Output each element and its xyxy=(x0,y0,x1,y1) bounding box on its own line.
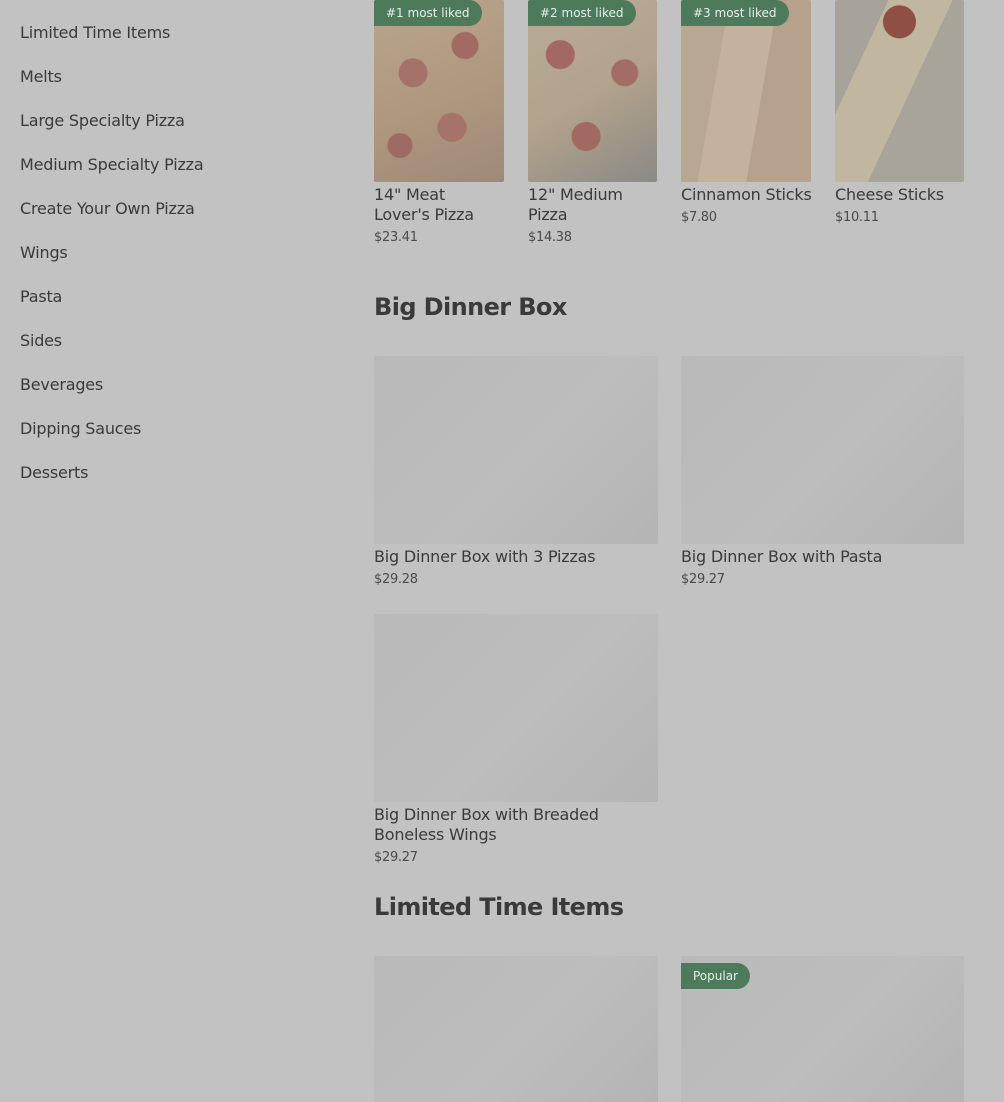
section-title-limited-time-items: Limited Time Items xyxy=(374,893,624,921)
item-image[interactable] xyxy=(681,356,964,544)
sidebar-item-beverages[interactable]: Beverages xyxy=(20,375,103,394)
most-liked-badge: #3 most liked xyxy=(681,0,789,26)
item-price: $29.28 xyxy=(374,572,418,587)
item-price: $29.27 xyxy=(374,850,418,865)
featured-item-card[interactable]: Cheese Sticks $10.11 xyxy=(835,0,964,250)
section-title-big-dinner-box: Big Dinner Box xyxy=(374,293,567,321)
item-image[interactable] xyxy=(374,356,658,544)
sidebar-item-medium-specialty-pizza[interactable]: Medium Specialty Pizza xyxy=(20,155,204,174)
item-name: 14" Meat Lover's Pizza xyxy=(374,185,474,224)
item-price: $29.27 xyxy=(681,572,725,587)
featured-item-card[interactable]: #3 most liked Cinnamon Sticks $7.80 xyxy=(681,0,812,250)
popular-badge: Popular xyxy=(681,963,750,989)
sidebar-item-wings[interactable]: Wings xyxy=(20,243,68,262)
sidebar-item-dipping-sauces[interactable]: Dipping Sauces xyxy=(20,419,141,438)
most-liked-badge: #1 most liked xyxy=(374,0,482,26)
item-image[interactable] xyxy=(835,0,964,182)
item-price: $10.11 xyxy=(835,210,879,225)
item-name: Big Dinner Box with 3 Pizzas xyxy=(374,547,596,566)
item-image[interactable]: #3 most liked xyxy=(681,0,811,182)
item-image[interactable]: #1 most liked xyxy=(374,0,504,182)
menu-item-card[interactable]: Big Dinner Box with Breaded Boneless Win… xyxy=(374,614,658,874)
menu-item-card[interactable]: Big Dinner Box with Pasta $29.27 xyxy=(681,356,964,596)
menu-item-card[interactable]: Big Dinner Box with 3 Pizzas $29.28 xyxy=(374,356,658,596)
featured-item-card[interactable]: #2 most liked 12" Medium Pizza $14.38 xyxy=(528,0,658,250)
item-name: Big Dinner Box with Breaded Boneless Win… xyxy=(374,805,599,844)
sidebar-item-melts[interactable]: Melts xyxy=(20,67,62,86)
sidebar-item-large-specialty-pizza[interactable]: Large Specialty Pizza xyxy=(20,111,185,130)
item-image[interactable] xyxy=(374,614,658,802)
menu-item-card[interactable]: Popular xyxy=(681,956,964,1102)
item-image[interactable]: #2 most liked xyxy=(528,0,657,182)
menu-item-card[interactable] xyxy=(374,956,658,1102)
sidebar-item-sides[interactable]: Sides xyxy=(20,331,62,350)
sidebar-item-limited-time-items[interactable]: Limited Time Items xyxy=(20,23,170,42)
sidebar-item-pasta[interactable]: Pasta xyxy=(20,287,62,306)
item-image[interactable]: Popular xyxy=(681,956,964,1102)
item-price: $7.80 xyxy=(681,210,717,225)
item-price: $14.38 xyxy=(528,230,572,245)
item-name: 12" Medium Pizza xyxy=(528,185,623,224)
sidebar-item-desserts[interactable]: Desserts xyxy=(20,463,88,482)
item-image[interactable] xyxy=(374,956,658,1102)
featured-item-card[interactable]: #1 most liked 14" Meat Lover's Pizza $23… xyxy=(374,0,504,250)
item-price: $23.41 xyxy=(374,230,418,245)
item-name: Cheese Sticks xyxy=(835,185,944,204)
item-name: Big Dinner Box with Pasta xyxy=(681,547,883,566)
item-name: Cinnamon Sticks xyxy=(681,185,812,204)
most-liked-badge: #2 most liked xyxy=(528,0,636,26)
sidebar-item-create-your-own-pizza[interactable]: Create Your Own Pizza xyxy=(20,199,195,218)
